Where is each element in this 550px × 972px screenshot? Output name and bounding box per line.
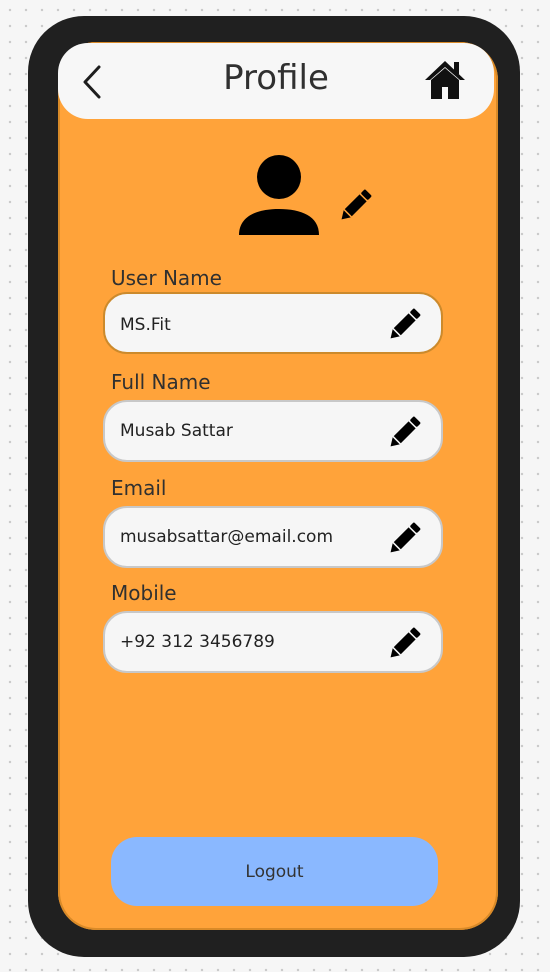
page-title: Profile [223,58,329,98]
edit-username-button[interactable] [383,304,425,346]
user-icon [239,155,319,235]
mobile-label: Mobile [111,581,177,605]
pencil-icon [390,522,421,553]
edit-fullname-button[interactable] [383,412,425,454]
pencil-icon [390,627,421,658]
pencil-icon [390,308,421,339]
edit-mobile-button[interactable] [383,623,425,665]
mobile-field[interactable]: +92 312 3456789 [103,611,443,673]
email-value: musabsattar@email.com [120,527,334,547]
logout-button[interactable]: Logout [111,837,438,906]
username-label: User Name [111,266,222,290]
home-button[interactable] [424,59,466,101]
fullname-label: Full Name [111,370,211,394]
username-field[interactable]: MS.Fit [103,292,443,354]
chevron-left-icon [83,65,101,99]
home-icon [425,61,465,99]
email-field[interactable]: musabsattar@email.com [103,506,443,568]
edit-email-button[interactable] [383,518,425,560]
avatar [237,152,321,238]
username-value: MS.Fit [120,315,171,335]
back-button[interactable] [78,62,108,102]
fullname-field[interactable]: Musab Sattar [103,400,443,462]
email-label: Email [111,476,167,500]
pencil-icon [341,189,372,220]
pencil-icon [390,416,421,447]
edit-avatar-button[interactable] [334,185,376,227]
fullname-value: Musab Sattar [120,421,233,441]
mobile-value: +92 312 3456789 [120,632,275,652]
